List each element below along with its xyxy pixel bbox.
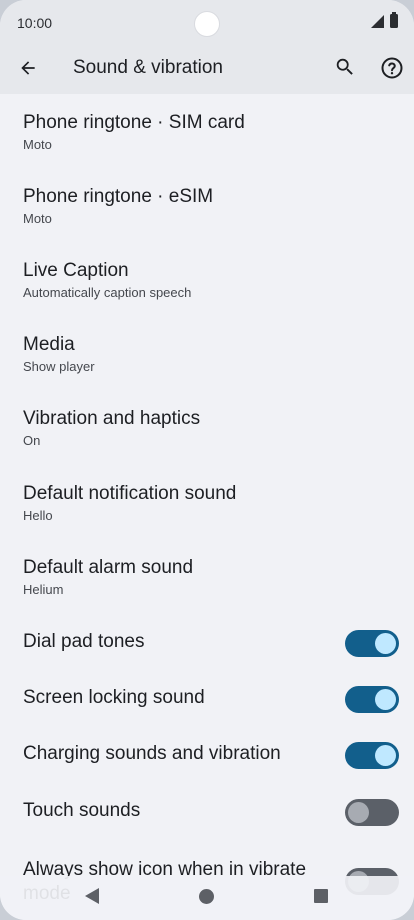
setting-charging-sounds[interactable]: Charging sounds and vibration (0, 727, 414, 783)
switch-knob (375, 745, 396, 766)
status-bar: 10:00 (0, 0, 414, 44)
screen-locking-sound-switch[interactable] (345, 686, 399, 713)
item-title: Media (23, 334, 75, 355)
dial-pad-tones-switch[interactable] (345, 630, 399, 657)
status-icons (371, 12, 398, 28)
item-summary: Moto (23, 211, 52, 226)
item-summary: Moto (23, 137, 52, 152)
app-bar: Sound & vibration (0, 44, 414, 94)
nav-recents-icon[interactable] (314, 889, 328, 903)
item-summary: Hello (23, 508, 53, 523)
setting-default-alarm-sound[interactable]: Default alarm sound Helium (0, 540, 414, 614)
toggle-label: Touch sounds (23, 800, 141, 821)
item-title: Default notification sound (23, 483, 237, 504)
battery-icon (390, 12, 398, 28)
navigation-bar (0, 876, 414, 920)
setting-touch-sounds[interactable]: Touch sounds (0, 784, 414, 840)
front-camera-cutout (194, 11, 220, 37)
phone-screen: 10:00 Sound & vibration Phone ringtone ·… (0, 0, 414, 920)
search-button[interactable] (331, 53, 359, 81)
item-title: Live Caption (23, 260, 129, 281)
search-icon (336, 58, 353, 75)
item-title: Vibration and haptics (23, 408, 201, 429)
signal-icon (371, 14, 384, 28)
item-title: Phone ringtone · eSIM (23, 186, 214, 207)
item-title: Default alarm sound (23, 557, 194, 578)
nav-back-icon[interactable] (85, 888, 99, 904)
page-title: Sound & vibration (73, 57, 223, 78)
item-summary: Automatically caption speech (23, 285, 192, 300)
item-summary: Show player (23, 359, 95, 374)
item-summary: On (23, 433, 41, 448)
setting-vibration-haptics[interactable]: Vibration and haptics On (0, 391, 414, 465)
item-title: Phone ringtone · SIM card (23, 112, 245, 133)
setting-phone-ringtone-esim[interactable]: Phone ringtone · eSIM Moto (0, 168, 414, 242)
help-icon (381, 57, 403, 79)
charging-sounds-switch[interactable] (345, 742, 399, 769)
touch-sounds-switch[interactable] (345, 799, 399, 826)
nav-home-icon[interactable] (199, 889, 214, 904)
help-button[interactable] (377, 53, 407, 83)
setting-live-caption[interactable]: Live Caption Automatically caption speec… (0, 243, 414, 317)
setting-default-notification-sound[interactable]: Default notification sound Hello (0, 466, 414, 540)
toggle-label: Screen locking sound (23, 687, 205, 708)
setting-screen-locking-sound[interactable]: Screen locking sound (0, 671, 414, 727)
toggle-label: Charging sounds and vibration (23, 743, 281, 764)
status-time: 10:00 (17, 15, 53, 31)
setting-media[interactable]: Media Show player (0, 317, 414, 391)
arrow-back-icon (21, 61, 35, 75)
back-button[interactable] (13, 53, 43, 83)
setting-phone-ringtone-sim[interactable]: Phone ringtone · SIM card Moto (0, 94, 414, 168)
setting-dial-pad-tones[interactable]: Dial pad tones (0, 615, 414, 671)
switch-knob (348, 802, 369, 823)
toggle-label: Dial pad tones (23, 631, 145, 652)
item-summary: Helium (23, 582, 64, 597)
switch-knob (375, 689, 396, 710)
switch-knob (375, 633, 396, 654)
